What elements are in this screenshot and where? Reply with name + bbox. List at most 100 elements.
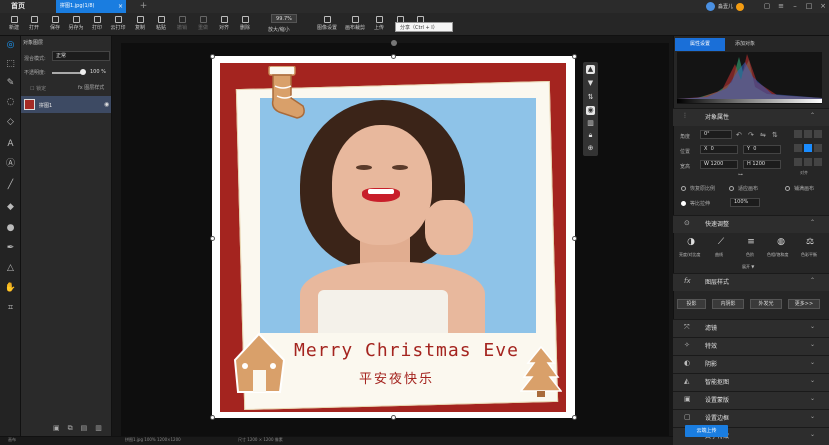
delete-layer-icon[interactable]: ▥	[95, 424, 102, 436]
tab-properties[interactable]: 属性设置	[675, 38, 725, 51]
curves-icon[interactable]: ⟋	[714, 237, 728, 249]
skin-icon[interactable]: ▢	[760, 0, 774, 13]
angle-input[interactable]: 0°	[700, 130, 732, 139]
scale-select[interactable]: 100%	[730, 198, 760, 207]
add-tab-icon[interactable]: +	[138, 1, 149, 12]
fit-canvas-radio[interactable]	[729, 186, 734, 191]
home-tab[interactable]: 首页	[0, 0, 36, 13]
balance-icon[interactable]: ⚖︎	[803, 237, 817, 249]
expand-button[interactable]: 展开 ▼	[742, 264, 754, 270]
layer-thumbnail[interactable]	[24, 99, 35, 110]
pen-icon[interactable]: ✒	[4, 242, 17, 255]
quick-item-label[interactable]: 色阶	[746, 252, 754, 258]
brightness-icon[interactable]: ◑	[684, 237, 698, 249]
fill-canvas-label[interactable]: 铺满画布	[794, 185, 814, 192]
flip-v-icon[interactable]: ⇅	[772, 131, 778, 139]
cloud-upload-button[interactable]: 云端上传	[685, 425, 728, 437]
layer-name[interactable]: 拼图1	[39, 102, 52, 109]
crop-tool-icon[interactable]: ⌗	[4, 302, 17, 315]
align-cell-bl[interactable]	[794, 158, 802, 166]
user-name[interactable]: 淼壹儿	[718, 3, 733, 10]
mask-section[interactable]	[673, 391, 829, 409]
x-input[interactable]: X 0	[700, 145, 738, 154]
lock-layer-toggle[interactable]: ☐ 锁定	[30, 85, 46, 92]
align-button[interactable]: 对齐	[214, 13, 234, 36]
image-settings-button[interactable]: 图像设置	[313, 13, 341, 36]
resize-handle-r[interactable]	[572, 236, 577, 241]
folder-icon[interactable]: ▤	[81, 424, 88, 436]
collapse-icon-2[interactable]: ⌃	[810, 219, 815, 226]
proportional-label[interactable]: 等比拉伸	[690, 200, 710, 207]
align-cell-r[interactable]	[814, 144, 822, 152]
paste-button[interactable]: 粘贴	[151, 13, 171, 36]
layer-up-icon[interactable]: ▲	[586, 65, 595, 74]
expand-icon[interactable]: ⌄	[810, 341, 815, 348]
vip-icon[interactable]	[736, 2, 745, 11]
expand-icon[interactable]: ⌄	[810, 431, 815, 438]
layer-down-icon[interactable]: ▼	[586, 79, 595, 88]
y-input[interactable]: Y 0	[743, 145, 781, 154]
marquee-icon[interactable]: ⬚	[4, 58, 17, 71]
text-icon[interactable]: A	[4, 138, 17, 151]
greeting-text[interactable]: 平安夜快乐	[359, 368, 434, 387]
cloud-print-button[interactable]: 云打印	[108, 13, 128, 36]
expand-icon[interactable]: ⌄	[810, 323, 815, 330]
resize-handle-bl[interactable]	[210, 415, 215, 420]
align-cell-c[interactable]	[804, 144, 812, 152]
rotate-handle[interactable]	[391, 40, 397, 46]
outer-glow-button[interactable]: 外发光	[750, 299, 782, 309]
resize-handle-b[interactable]	[391, 415, 396, 420]
blend-mode-select[interactable]: 正常	[52, 51, 110, 61]
visibility-icon[interactable]: ◉	[586, 106, 595, 115]
align-cell-t[interactable]	[804, 130, 812, 138]
resize-handle-l[interactable]	[210, 236, 215, 241]
expand-icon[interactable]: ⌄	[810, 377, 815, 384]
collapse-icon[interactable]: ⌃	[810, 112, 815, 119]
close-icon[interactable]: ×	[118, 0, 123, 13]
height-input[interactable]: H 1200	[743, 160, 781, 169]
redo-button[interactable]: 重做	[193, 13, 213, 36]
quick-item-label[interactable]: 曲线	[715, 252, 723, 258]
tab-add-object[interactable]: 添加对象	[735, 38, 765, 51]
eraser-icon[interactable]: ◆	[4, 201, 17, 214]
shadow-section[interactable]	[673, 355, 829, 373]
layer-style-header[interactable]	[673, 273, 829, 291]
expand-icon[interactable]: ⌄	[810, 395, 815, 402]
resize-handle-tr[interactable]	[572, 54, 577, 59]
align-cell-l[interactable]	[794, 144, 802, 152]
filter-section[interactable]	[673, 319, 829, 337]
quick-item-label[interactable]: 亮度/对比度	[679, 252, 700, 258]
drop-shadow-button[interactable]: 投影	[677, 299, 706, 309]
effects-section[interactable]	[673, 337, 829, 355]
expand-icon[interactable]: ⌄	[810, 413, 815, 420]
restore-ratio-label[interactable]: 恢复原比例	[690, 185, 715, 192]
quick-adjust-header[interactable]	[673, 215, 829, 233]
copy-button[interactable]: 复制	[130, 13, 150, 36]
zoom-icon[interactable]: ⊕	[586, 144, 595, 153]
rotate-left-icon[interactable]: ↶	[736, 131, 742, 139]
new-layer-icon[interactable]: ▣	[53, 424, 60, 436]
expand-icon[interactable]: ⌄	[810, 359, 815, 366]
align-cell-br[interactable]	[814, 158, 822, 166]
proportional-radio[interactable]	[681, 201, 686, 206]
headline-text[interactable]: Merry Christmas Eve	[294, 340, 534, 362]
maximize-icon[interactable]: □	[802, 0, 816, 13]
opacity-slider-knob[interactable]	[80, 69, 86, 75]
upload-button[interactable]: 上传	[369, 13, 389, 36]
shape-icon[interactable]: △	[4, 262, 17, 275]
resize-handle-tl[interactable]	[210, 54, 215, 59]
more-styles-button[interactable]: 更多>>	[788, 299, 820, 309]
quick-item-label[interactable]: 色彩平衡	[801, 252, 817, 258]
delete-button[interactable]: 删除	[235, 13, 255, 36]
resize-handle-t[interactable]	[391, 54, 396, 59]
document-tab[interactable]: 拼图1.jpg(1/8) ×	[56, 0, 126, 13]
resize-handle-br[interactable]	[572, 415, 577, 420]
save-as-button[interactable]: 另存为	[66, 13, 86, 36]
inner-shadow-button[interactable]: 内阴影	[712, 299, 744, 309]
fit-canvas-label[interactable]: 适应画布	[738, 185, 758, 192]
rotate-right-icon[interactable]: ↷	[748, 131, 754, 139]
print-button[interactable]: 打印	[87, 13, 107, 36]
text-effect-icon[interactable]: Ⓐ	[4, 158, 17, 171]
user-area[interactable]: 淼壹儿	[706, 1, 745, 12]
object-props-header[interactable]	[673, 108, 829, 126]
